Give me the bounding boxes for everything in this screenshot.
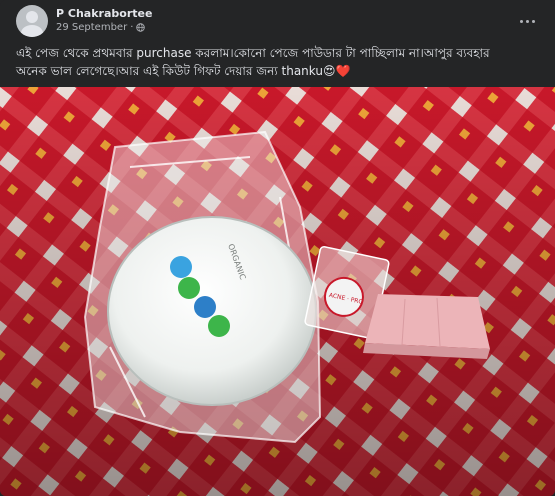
globe-icon xyxy=(136,23,146,32)
product-photo: ORGANIC ACNE · PRO xyxy=(0,87,555,496)
post-header: P Chakrabortee 29 September · xyxy=(0,0,555,40)
author-name[interactable]: P Chakrabortee xyxy=(56,7,152,20)
meta-separator: · xyxy=(130,22,134,33)
avatar[interactable] xyxy=(16,5,48,37)
compact-dot-2 xyxy=(178,277,200,299)
more-options-icon[interactable] xyxy=(517,11,537,31)
post-photo[interactable]: ORGANIC ACNE · PRO xyxy=(0,87,555,496)
makeup-sponge xyxy=(363,294,490,359)
avatar-shoulders xyxy=(21,25,43,37)
post-caption: এই পেজ থেকে প্রথমবার purchase করলাম।কোনো… xyxy=(16,44,541,80)
compact-dot-1 xyxy=(170,256,192,278)
post-meta: 29 September · xyxy=(56,22,146,33)
post-date[interactable]: 29 September xyxy=(56,22,127,33)
facebook-post: P Chakrabortee 29 September · এই পেজ থেক… xyxy=(0,0,555,496)
caption-line-1: এই পেজ থেকে প্রথমবার purchase করলাম।কোনো… xyxy=(16,46,490,60)
avatar-head xyxy=(26,11,38,23)
compact-dot-3 xyxy=(194,296,216,318)
compact-dot-4 xyxy=(208,315,230,337)
caption-line-2: অনেক ভাল লেগেছে।আর এই কিউট গিফট দেয়ার জ… xyxy=(16,64,351,78)
